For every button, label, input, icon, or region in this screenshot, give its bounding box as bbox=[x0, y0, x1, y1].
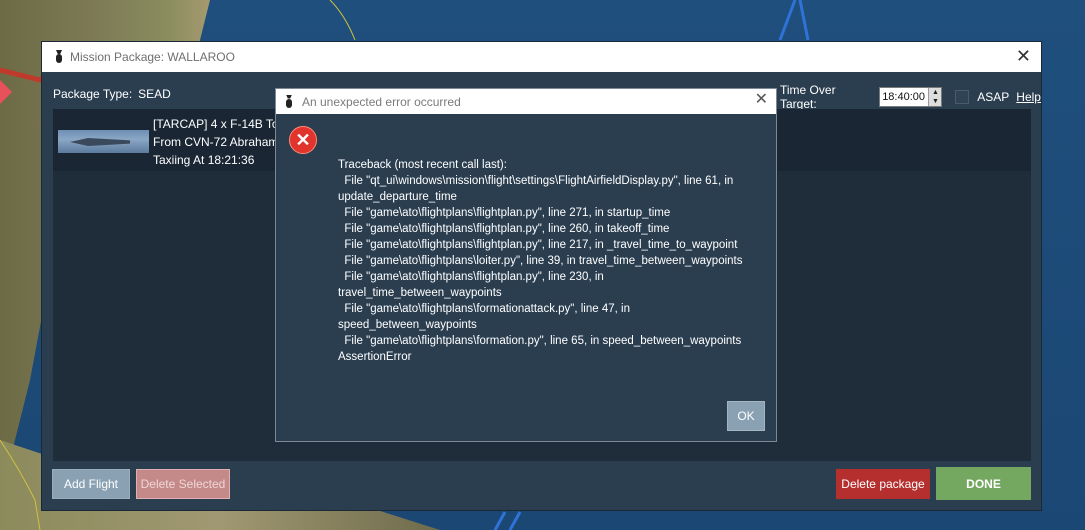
dialog-titlebar: An unexpected error occurred ✕ bbox=[276, 89, 776, 114]
ok-button[interactable]: OK bbox=[727, 401, 765, 431]
asap-label: ASAP bbox=[977, 90, 1010, 104]
delete-selected-button[interactable]: Delete Selected bbox=[136, 469, 230, 499]
close-icon[interactable]: ✕ bbox=[755, 92, 768, 108]
package-type: Package Type: SEAD bbox=[53, 87, 171, 101]
close-icon[interactable]: ✕ bbox=[1016, 47, 1031, 65]
bomb-icon bbox=[54, 50, 64, 64]
package-type-value: SEAD bbox=[138, 87, 171, 101]
package-type-label: Package Type: bbox=[53, 87, 133, 101]
error-icon: ✕ bbox=[289, 126, 317, 154]
traceback-text: Traceback (most recent call last): File … bbox=[338, 159, 743, 363]
delete-package-button[interactable]: Delete package bbox=[836, 469, 930, 499]
tot-spinner[interactable]: ▲ ▼ bbox=[928, 88, 942, 106]
dialog-title: An unexpected error occurred bbox=[302, 94, 461, 109]
aircraft-thumbnail bbox=[58, 130, 149, 153]
flight-line-2: From CVN-72 Abraham Lincoln bbox=[153, 135, 283, 149]
done-button[interactable]: DONE bbox=[936, 467, 1031, 500]
flight-description: [TARCAP] 4 x F-14B Tomcat From CVN-72 Ab… bbox=[153, 115, 283, 169]
add-flight-button[interactable]: Add Flight bbox=[52, 469, 130, 499]
tot-time-input[interactable]: 18:40:00 ▲ ▼ bbox=[879, 87, 943, 107]
bomb-icon bbox=[284, 95, 294, 109]
window-titlebar: Mission Package: WALLAROO ✕ bbox=[42, 42, 1041, 72]
tot-time-value: 18:40:00 bbox=[882, 91, 926, 103]
error-dialog: An unexpected error occurred ✕ ✕ Traceba… bbox=[275, 88, 777, 442]
time-over-target-group: Time Over Target: 18:40:00 ▲ ▼ ASAP Help bbox=[780, 83, 1041, 111]
tot-label: Time Over Target: bbox=[780, 83, 836, 111]
flight-line-3: Taxiing At 18:21:36 bbox=[153, 153, 255, 167]
window-title: Mission Package: WALLAROO bbox=[70, 50, 235, 64]
jet-image bbox=[70, 138, 130, 146]
asap-checkbox[interactable] bbox=[955, 90, 970, 104]
flight-line-1: [TARCAP] 4 x F-14B Tomcat bbox=[153, 117, 283, 131]
help-link[interactable]: Help bbox=[1016, 90, 1041, 104]
